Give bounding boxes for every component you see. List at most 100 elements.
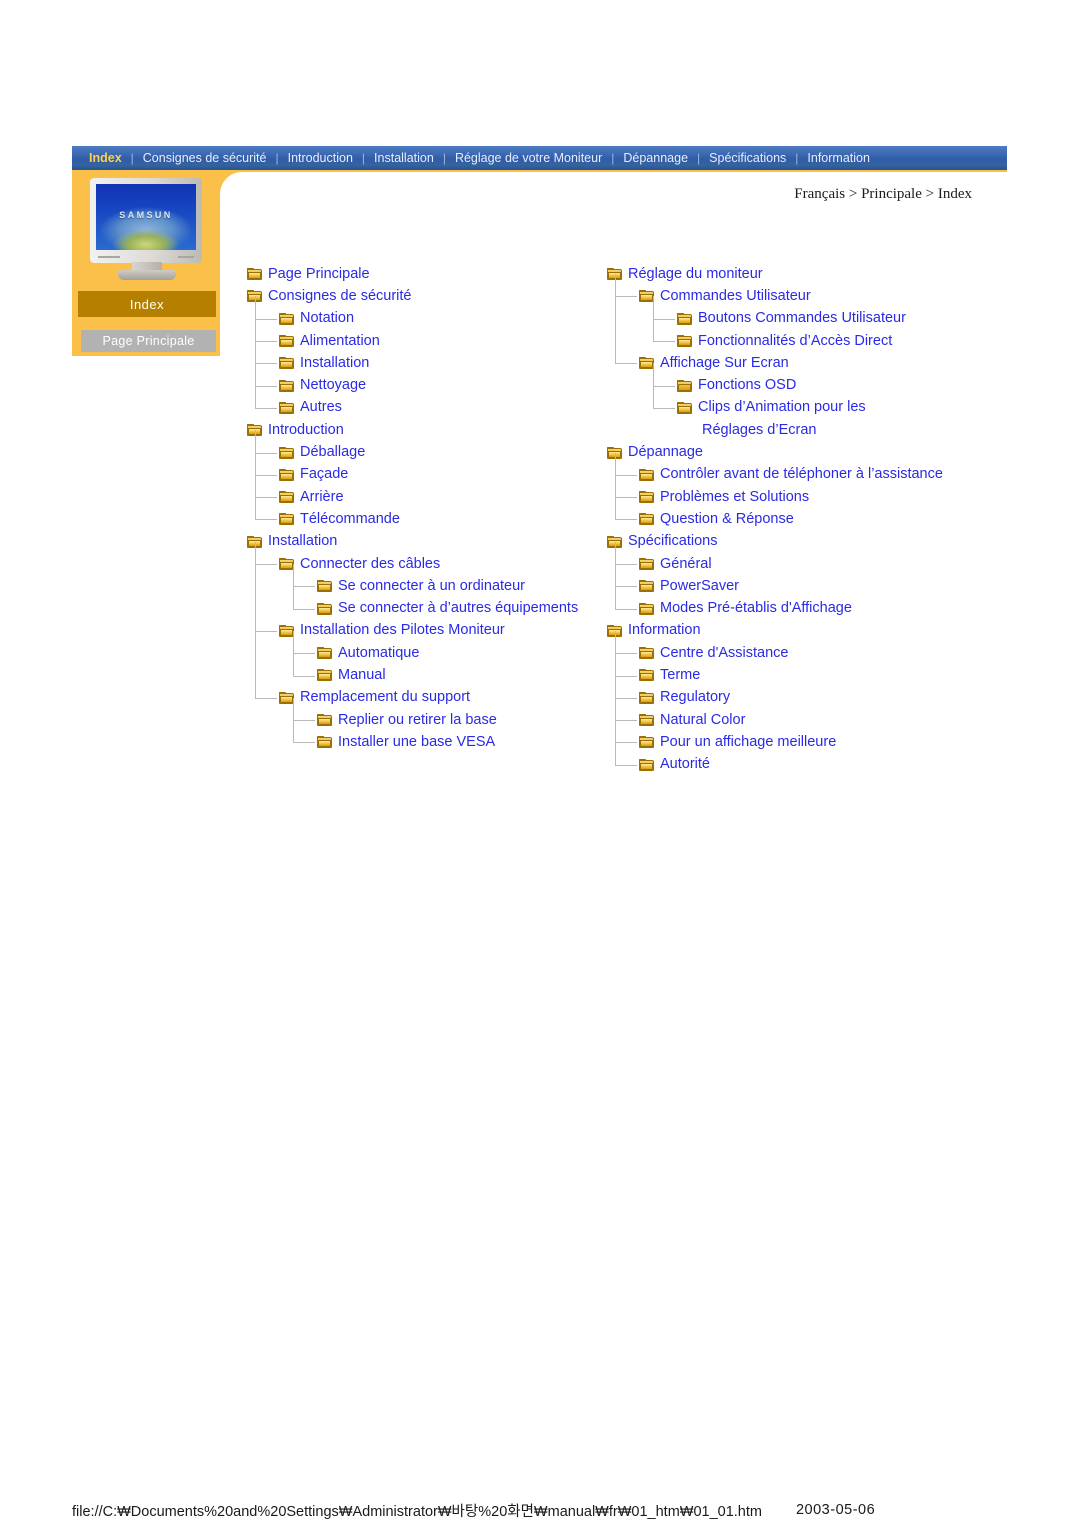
index-tree-item[interactable]: Natural Color xyxy=(607,709,1007,731)
index-tree-item[interactable]: Arrière xyxy=(247,486,597,508)
index-tree-item[interactable]: Contrôler avant de téléphoner à l’assist… xyxy=(607,464,1007,486)
tree-connector-vertical xyxy=(255,630,256,698)
index-tree-item[interactable]: Télécommande xyxy=(247,508,597,530)
index-tree-item-label: Manual xyxy=(338,666,386,683)
index-tree-item[interactable]: Regulatory xyxy=(607,687,1007,709)
index-tree-item[interactable]: Notation xyxy=(247,308,597,330)
monitor-bezel: SAMSUN xyxy=(90,178,202,263)
index-tree-item-label: Pour un affichage meilleure xyxy=(660,733,837,750)
tree-connector-vertical xyxy=(255,564,256,631)
tree-connector-horizontal xyxy=(255,363,277,365)
index-tree-item[interactable]: Façade xyxy=(247,464,597,486)
index-tree-item[interactable]: Autres xyxy=(247,397,597,419)
index-tree-item-label: Installation xyxy=(300,354,370,371)
index-tree-item[interactable]: Nettoyage xyxy=(247,374,597,396)
index-tree-item[interactable]: Commandes Utilisateur xyxy=(607,285,1007,307)
index-tree-item[interactable]: Page Principale xyxy=(247,263,597,285)
tree-connector-horizontal xyxy=(615,296,637,298)
nav-item-index[interactable]: Index xyxy=(80,151,131,165)
nav-item-information[interactable]: Information xyxy=(798,151,879,165)
tree-connector-vertical xyxy=(255,385,256,408)
index-tree-item[interactable]: Question & Réponse xyxy=(607,508,1007,530)
index-tree-item-label: Centre d'Assistance xyxy=(660,644,789,661)
index-tree-item[interactable]: Pour un affichage meilleure xyxy=(607,731,1007,753)
index-tree-item[interactable]: Information xyxy=(607,620,1007,642)
nav-item-depannage[interactable]: Dépannage xyxy=(614,151,697,165)
tree-connector-horizontal xyxy=(615,474,637,476)
nav-item-reglage-de-votre-moniteur[interactable]: Réglage de votre Moniteur xyxy=(446,151,611,165)
index-tree-item-label: Façade xyxy=(300,466,349,483)
nav-item-specifications[interactable]: Spécifications xyxy=(700,151,795,165)
index-tree-item[interactable]: Centre d'Assistance xyxy=(607,642,1007,664)
folder-icon xyxy=(639,513,654,526)
tree-connector-vertical xyxy=(615,296,616,364)
tree-connector-vertical xyxy=(255,296,256,319)
tree-connector-horizontal xyxy=(615,675,637,677)
tree-connector-horizontal xyxy=(255,474,277,476)
index-tree-item[interactable]: Général xyxy=(607,553,1007,575)
index-tree-item[interactable]: Réglage du moniteur xyxy=(607,263,1007,285)
folder-icon xyxy=(279,357,294,370)
tree-connector-horizontal xyxy=(293,586,315,588)
index-tree-item[interactable]: Alimentation xyxy=(247,330,597,352)
tree-connector-vertical xyxy=(615,720,616,743)
index-tree-item[interactable]: Consignes de sécurité xyxy=(247,285,597,307)
folder-icon xyxy=(247,268,262,281)
tree-connector-vertical xyxy=(615,541,616,565)
index-tree-item-label: Introduction xyxy=(268,421,344,438)
index-tree-item[interactable]: Installation xyxy=(247,352,597,374)
index-tree-item[interactable]: Connecter des câbles xyxy=(247,553,597,575)
index-tree-item[interactable]: Spécifications xyxy=(607,531,1007,553)
tree-connector-horizontal xyxy=(653,341,675,343)
index-tree-item[interactable]: Installation xyxy=(247,531,597,553)
index-tree-item-label: Natural Color xyxy=(660,711,746,728)
folder-icon xyxy=(639,580,654,593)
folder-icon xyxy=(317,714,332,727)
index-tree-item[interactable]: Autorité xyxy=(607,754,1007,776)
index-tree-item[interactable]: Introduction xyxy=(247,419,597,441)
index-tree-item[interactable]: Déballage xyxy=(247,441,597,463)
index-tree-item-label: Spécifications xyxy=(628,533,718,550)
index-tree-item[interactable]: Modes Pré-établis d'Affichage xyxy=(607,597,1007,619)
folder-icon xyxy=(279,446,294,459)
tree-connector-horizontal xyxy=(653,318,675,320)
index-tree-item[interactable]: PowerSaver xyxy=(607,575,1007,597)
tree-connector-horizontal xyxy=(293,742,315,744)
monitor-screen: SAMSUN xyxy=(96,184,196,250)
index-tree-item-label: Boutons Commandes Utilisateur xyxy=(698,310,906,327)
footer: file://C:₩Documents%20and%20Settings₩Adm… xyxy=(0,1492,1080,1528)
index-tree-item-label: Page Principale xyxy=(268,265,370,282)
index-tree: Page Principale Consignes de sécurité Nota… xyxy=(0,263,1080,783)
index-tree-item[interactable]: Terme xyxy=(607,664,1007,686)
folder-icon xyxy=(639,357,654,370)
folder-open-icon xyxy=(677,379,692,392)
index-tree-item-label: Commandes Utilisateur xyxy=(660,287,811,304)
tree-connector-horizontal xyxy=(615,742,637,744)
tree-connector-horizontal xyxy=(255,519,277,521)
nav-item-introduction[interactable]: Introduction xyxy=(279,151,362,165)
index-tree-item-label: Consignes de sécurité xyxy=(268,287,412,304)
folder-icon xyxy=(639,491,654,504)
folder-icon xyxy=(677,335,692,348)
index-tree-item-label: Dépannage xyxy=(628,444,703,461)
folder-icon xyxy=(639,468,654,481)
tree-connector-vertical xyxy=(293,697,294,721)
tree-connector-vertical xyxy=(615,564,616,587)
footer-date: 2003-05-06 xyxy=(795,1502,876,1518)
tree-connector-vertical xyxy=(293,630,294,654)
index-tree-item[interactable]: Problèmes et Solutions xyxy=(607,486,1007,508)
index-tree-item-label: Fonctionnalités d’Accès Direct xyxy=(698,332,893,349)
index-tree-item-label: Connecter des câbles xyxy=(300,555,441,572)
index-tree-item[interactable]: Installation des Pilotes Moniteur xyxy=(247,620,597,642)
index-tree-item-label: Regulatory xyxy=(660,689,731,706)
tree-connector-horizontal xyxy=(255,452,277,454)
index-tree-item[interactable]: Remplacement du support xyxy=(247,687,597,709)
tree-connector-horizontal xyxy=(615,586,637,588)
index-tree-item[interactable]: Affichage Sur Ecran xyxy=(607,352,1007,374)
folder-icon xyxy=(279,312,294,325)
tree-connector-vertical xyxy=(615,675,616,698)
index-tree-item[interactable]: Dépannage xyxy=(607,441,1007,463)
nav-item-installation[interactable]: Installation xyxy=(365,151,443,165)
nav-item-consignes-de-securite[interactable]: Consignes de sécurité xyxy=(134,151,276,165)
folder-icon xyxy=(639,602,654,615)
